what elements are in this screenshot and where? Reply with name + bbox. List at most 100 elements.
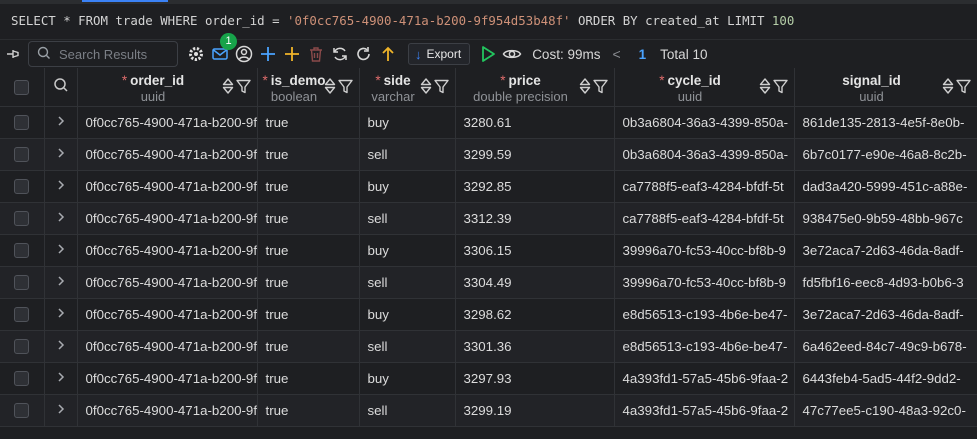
cell-signal-id[interactable]: 47c77ee5-c190-48a3-92c0- bbox=[794, 394, 977, 427]
cell-cycle-id[interactable]: e8d56513-c193-4b6e-be47- bbox=[614, 298, 795, 331]
cell-is-demo[interactable]: true bbox=[257, 298, 360, 331]
checkbox-icon[interactable] bbox=[14, 210, 30, 226]
cell-is-demo[interactable]: true bbox=[257, 362, 360, 395]
cell-side[interactable]: sell bbox=[359, 266, 456, 299]
cell-side[interactable]: sell bbox=[359, 394, 456, 427]
sort-icon[interactable] bbox=[222, 78, 234, 97]
cell-is-demo[interactable]: true bbox=[257, 330, 360, 363]
sort-icon[interactable] bbox=[420, 78, 432, 97]
page-number[interactable]: 1 bbox=[639, 47, 647, 62]
column-header-is-demo[interactable]: * is_demo boolean bbox=[257, 68, 360, 107]
table-row[interactable]: 0f0cc765-4900-471a-b200-9f954d53b48ftrue… bbox=[0, 266, 977, 299]
search-icon[interactable] bbox=[53, 77, 69, 93]
cell-price[interactable]: 3306.15 bbox=[455, 234, 615, 267]
filter-icon[interactable] bbox=[772, 79, 788, 97]
cell-is-demo[interactable]: true bbox=[257, 106, 360, 139]
table-row[interactable]: 0f0cc765-4900-471a-b200-9f954d53b48ftrue… bbox=[0, 106, 977, 139]
cell-order-id[interactable]: 0f0cc765-4900-471a-b200-9f954d53b48f bbox=[77, 298, 258, 331]
mail-icon[interactable]: 1 bbox=[208, 33, 237, 66]
cell-side[interactable]: buy bbox=[359, 298, 456, 331]
table-row[interactable]: 0f0cc765-4900-471a-b200-9f954d53b48ftrue… bbox=[0, 170, 977, 203]
cell-cycle-id[interactable]: 4a393fd1-57a5-45b6-9faa-2 bbox=[614, 362, 795, 395]
cell-price[interactable]: 3292.85 bbox=[455, 170, 615, 203]
cell-signal-id[interactable]: dad3a420-5999-451c-a88e- bbox=[794, 170, 977, 203]
cell-cycle-id[interactable]: 39996a70-fc53-40cc-bf8b-9 bbox=[614, 266, 795, 299]
column-header-order-id[interactable]: * order_id uuid bbox=[77, 68, 258, 107]
checkbox-icon[interactable] bbox=[14, 178, 30, 194]
cell-order-id[interactable]: 0f0cc765-4900-471a-b200-9f954d53b48f bbox=[77, 394, 258, 427]
row-select-cell[interactable] bbox=[0, 106, 45, 139]
cell-is-demo[interactable]: true bbox=[257, 394, 360, 427]
expand-icon[interactable] bbox=[44, 330, 78, 363]
column-header-cycle-id[interactable]: * cycle_id uuid bbox=[614, 68, 795, 107]
cell-side[interactable]: sell bbox=[359, 330, 456, 363]
checkbox-icon[interactable] bbox=[14, 338, 30, 354]
row-select-cell[interactable] bbox=[0, 202, 45, 235]
cell-is-demo[interactable]: true bbox=[257, 138, 360, 171]
filter-icon[interactable] bbox=[433, 79, 449, 97]
filter-icon[interactable] bbox=[337, 79, 353, 97]
cell-signal-id[interactable]: 3e72aca7-2d63-46da-8adf- bbox=[794, 234, 977, 267]
cell-order-id[interactable]: 0f0cc765-4900-471a-b200-9f954d53b48f bbox=[77, 202, 258, 235]
cell-side[interactable]: buy bbox=[359, 362, 456, 395]
cell-order-id[interactable]: 0f0cc765-4900-471a-b200-9f954d53b48f bbox=[77, 234, 258, 267]
export-button[interactable]: ↓ Export bbox=[408, 43, 471, 65]
sql-editor[interactable]: SELECT * FROM trade WHERE order_id = '0f… bbox=[0, 4, 977, 40]
cell-signal-id[interactable]: fd5fbf16-eec8-4d93-b0b6-3 bbox=[794, 266, 977, 299]
cell-order-id[interactable]: 0f0cc765-4900-471a-b200-9f954d53b48f bbox=[77, 138, 258, 171]
cell-signal-id[interactable]: 861de135-2813-4e5f-8e0b- bbox=[794, 106, 977, 139]
row-search-cell[interactable] bbox=[44, 68, 78, 107]
user-icon[interactable] bbox=[232, 42, 256, 66]
expand-icon[interactable] bbox=[44, 234, 78, 267]
run-icon[interactable] bbox=[476, 42, 500, 66]
cell-side[interactable]: sell bbox=[359, 138, 456, 171]
expand-icon[interactable] bbox=[44, 202, 78, 235]
table-row[interactable]: 0f0cc765-4900-471a-b200-9f954d53b48ftrue… bbox=[0, 362, 977, 395]
expand-icon[interactable] bbox=[44, 266, 78, 299]
cell-price[interactable]: 3312.39 bbox=[455, 202, 615, 235]
cell-price[interactable]: 3304.49 bbox=[455, 266, 615, 299]
sort-icon[interactable] bbox=[579, 78, 591, 97]
column-header-price[interactable]: * price double precision bbox=[455, 68, 615, 107]
cell-price[interactable]: 3298.62 bbox=[455, 298, 615, 331]
cell-is-demo[interactable]: true bbox=[257, 266, 360, 299]
add-row-icon[interactable] bbox=[256, 42, 280, 66]
row-select-cell[interactable] bbox=[0, 170, 45, 203]
search-box[interactable] bbox=[28, 41, 178, 67]
expand-icon[interactable] bbox=[44, 138, 78, 171]
redo-icon[interactable] bbox=[352, 42, 376, 66]
view-icon[interactable] bbox=[500, 42, 524, 66]
cell-cycle-id[interactable]: 0b3a6804-36a3-4399-850a- bbox=[614, 106, 795, 139]
cell-cycle-id[interactable]: e8d56513-c193-4b6e-be47- bbox=[614, 330, 795, 363]
table-row[interactable]: 0f0cc765-4900-471a-b200-9f954d53b48ftrue… bbox=[0, 298, 977, 331]
row-select-cell[interactable] bbox=[0, 394, 45, 427]
cell-side[interactable]: buy bbox=[359, 106, 456, 139]
search-input[interactable] bbox=[59, 46, 169, 62]
sort-icon[interactable] bbox=[324, 78, 336, 97]
row-select-cell[interactable] bbox=[0, 266, 45, 299]
select-all-cell[interactable] bbox=[0, 68, 45, 107]
sort-icon[interactable] bbox=[942, 78, 954, 97]
cell-signal-id[interactable]: 3e72aca7-2d63-46da-8adf- bbox=[794, 298, 977, 331]
cell-order-id[interactable]: 0f0cc765-4900-471a-b200-9f954d53b48f bbox=[77, 330, 258, 363]
table-row[interactable]: 0f0cc765-4900-471a-b200-9f954d53b48ftrue… bbox=[0, 330, 977, 363]
cell-order-id[interactable]: 0f0cc765-4900-471a-b200-9f954d53b48f bbox=[77, 362, 258, 395]
checkbox-icon[interactable] bbox=[14, 79, 30, 95]
pin-icon[interactable] bbox=[2, 43, 24, 65]
expand-icon[interactable] bbox=[44, 362, 78, 395]
cell-is-demo[interactable]: true bbox=[257, 234, 360, 267]
checkbox-icon[interactable] bbox=[14, 274, 30, 290]
table-row[interactable]: 0f0cc765-4900-471a-b200-9f954d53b48ftrue… bbox=[0, 394, 977, 427]
upload-icon[interactable] bbox=[376, 42, 400, 66]
delete-icon[interactable] bbox=[304, 42, 328, 66]
table-row[interactable]: 0f0cc765-4900-471a-b200-9f954d53b48ftrue… bbox=[0, 138, 977, 171]
checkbox-icon[interactable] bbox=[14, 402, 30, 418]
row-select-cell[interactable] bbox=[0, 362, 45, 395]
cell-signal-id[interactable]: 938475e0-9b59-48bb-967c bbox=[794, 202, 977, 235]
table-row[interactable]: 0f0cc765-4900-471a-b200-9f954d53b48ftrue… bbox=[0, 234, 977, 267]
cell-price[interactable]: 3297.93 bbox=[455, 362, 615, 395]
cell-cycle-id[interactable]: ca7788f5-eaf3-4284-bfdf-5t bbox=[614, 170, 795, 203]
cell-side[interactable]: sell bbox=[359, 202, 456, 235]
cell-cycle-id[interactable]: 4a393fd1-57a5-45b6-9faa-2 bbox=[614, 394, 795, 427]
filter-icon[interactable] bbox=[592, 79, 608, 97]
